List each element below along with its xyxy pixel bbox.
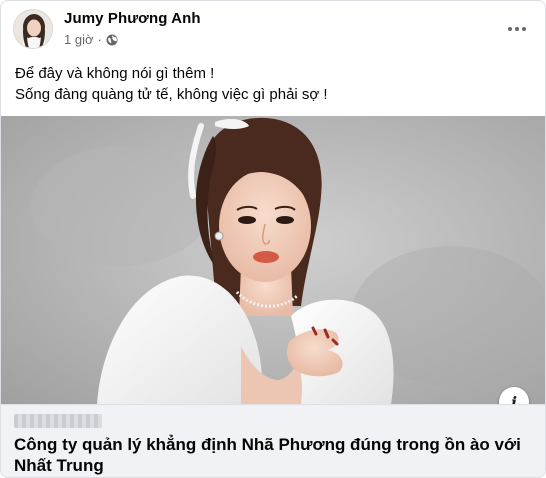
avatar-photo — [14, 10, 52, 48]
post-message: Để đây và không nói gì thêm ! Sống đàng … — [15, 63, 531, 105]
globe-icon — [106, 34, 118, 45]
link-title[interactable]: Công ty quản lý khẳng định Nhã Phương đú… — [14, 434, 531, 476]
link-preview-footer[interactable]: Công ty quản lý khẳng định Nhã Phương đú… — [1, 404, 545, 477]
link-domain-blurred — [14, 414, 102, 428]
post-meta: 1 giờ · — [64, 32, 118, 47]
post-text-line: Sống đàng quàng tử tế, không việc gì phả… — [15, 86, 328, 103]
post-timestamp[interactable]: 1 giờ — [64, 32, 94, 47]
facebook-post-card: Jumy Phương Anh 1 giờ · Để đây và không … — [0, 0, 546, 478]
more-horizontal-icon — [508, 27, 526, 31]
author-name[interactable]: Jumy Phương Anh — [64, 10, 201, 27]
post-header: Jumy Phương Anh 1 giờ · — [1, 1, 545, 57]
article-photo — [1, 116, 545, 404]
author-avatar[interactable] — [13, 9, 53, 49]
meta-separator: · — [97, 32, 102, 47]
post-text-line: Để đây và không nói gì thêm ! — [15, 65, 215, 82]
post-options-button[interactable] — [501, 13, 533, 45]
link-preview-image[interactable] — [1, 116, 545, 404]
